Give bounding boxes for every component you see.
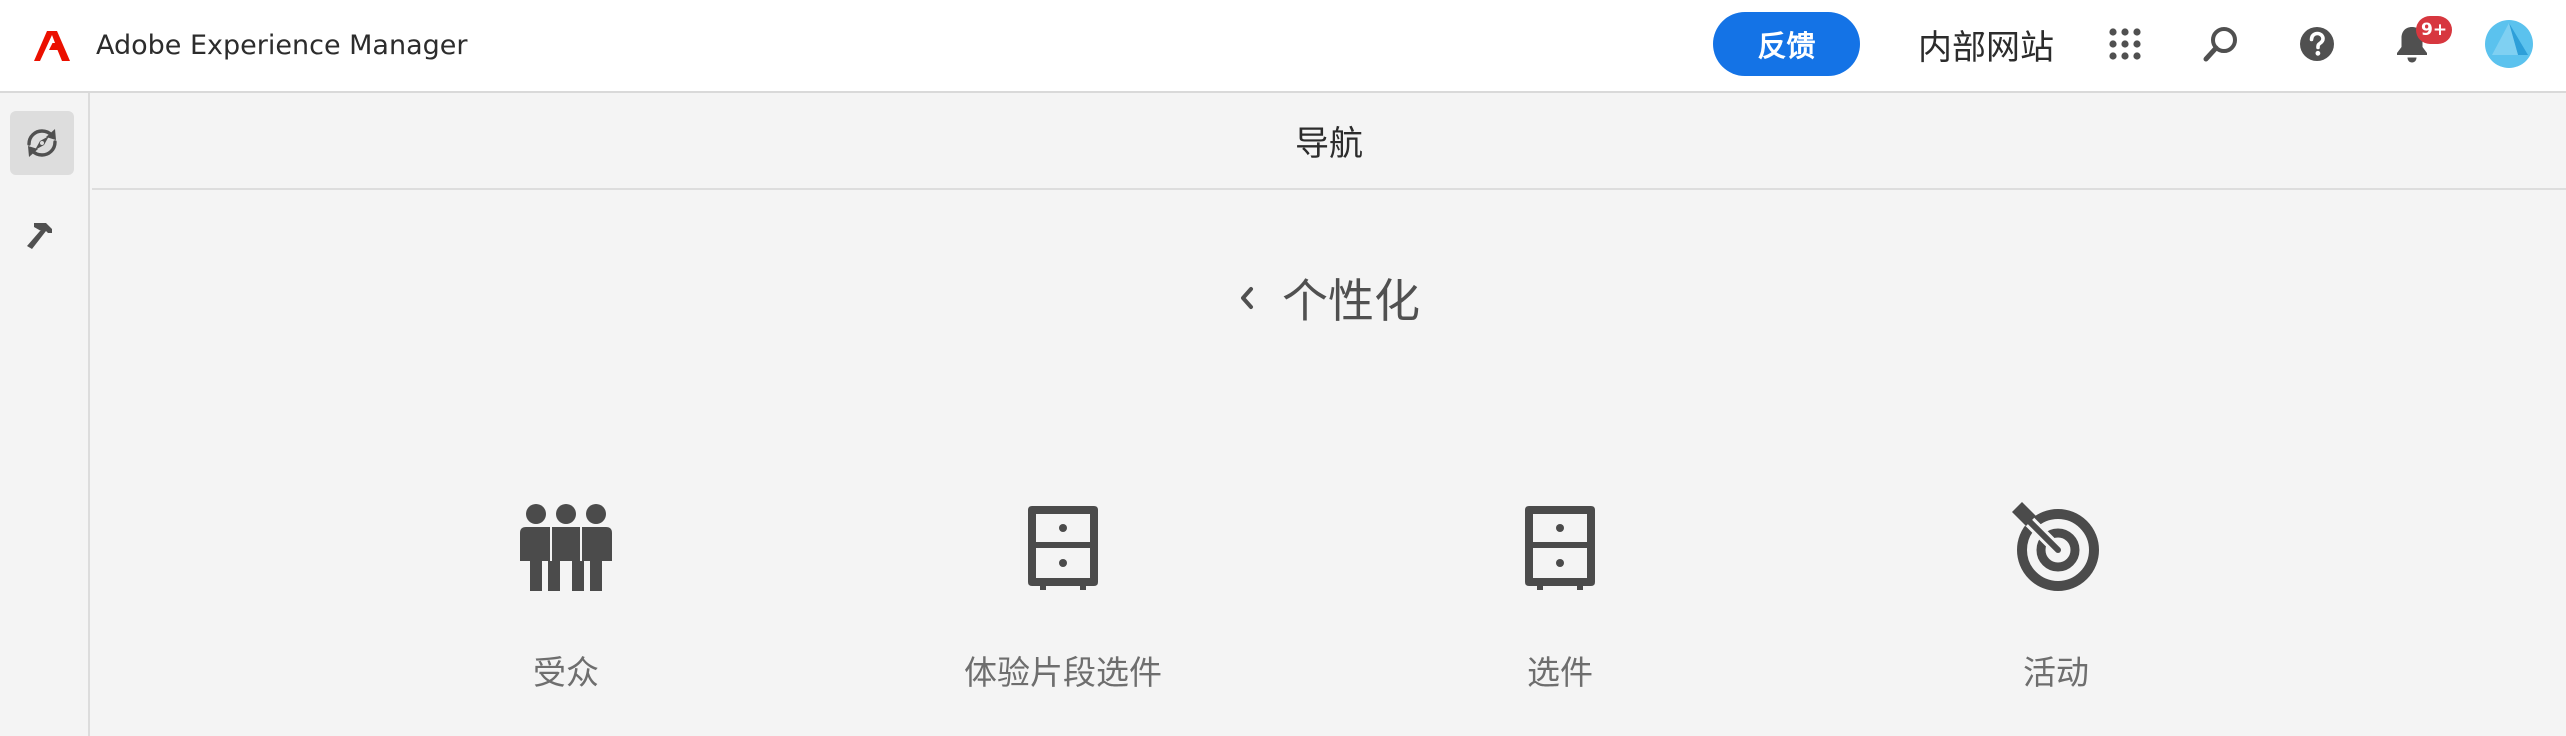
notifications-button[interactable]: 9+ <box>2382 14 2453 74</box>
tile-audiences[interactable]: 受众 <box>416 498 716 718</box>
tile-label: 体验片段选件 <box>964 653 1162 692</box>
back-button[interactable] <box>1238 285 1256 311</box>
help-icon <box>2300 27 2334 61</box>
avatar-icon <box>2485 20 2533 68</box>
site-switcher[interactable]: 内部网站 <box>1918 0 2054 88</box>
app-name: Adobe Experience Manager <box>96 30 468 61</box>
left-rail <box>0 93 90 736</box>
search-icon <box>2203 27 2237 62</box>
top-bar: Adobe Experience Manager 反馈 内部网站 9+ <box>0 0 2566 93</box>
tile-offers[interactable]: 选件 <box>1410 498 1710 718</box>
apps-button[interactable] <box>2095 14 2155 74</box>
feedback-button[interactable]: 反馈 <box>1713 12 1860 76</box>
tile-label: 选件 <box>1527 653 1593 692</box>
rail-item-tools[interactable] <box>10 203 74 267</box>
tile-label: 受众 <box>533 653 599 692</box>
main-panel: 导航 个性化 受众 体验片段选件 选件 活动 <box>92 93 2566 736</box>
navigation-compass-icon <box>27 129 57 157</box>
tile-experience-fragment-offers[interactable]: 体验片段选件 <box>913 498 1213 718</box>
notification-badge: 9+ <box>2416 16 2453 44</box>
brand[interactable]: Adobe Experience Manager <box>34 0 468 91</box>
tile-activities[interactable]: 活动 <box>1906 498 2206 718</box>
apps-grid-icon <box>2109 28 2141 60</box>
panel-title: 导航 <box>92 93 2566 190</box>
chevron-left-icon <box>1241 287 1253 309</box>
rail-item-navigation[interactable] <box>10 111 74 175</box>
drawer-cabinet-icon <box>1028 506 1098 590</box>
section-nav: 个性化 <box>92 263 2566 333</box>
adobe-logo-icon <box>34 30 70 61</box>
user-avatar[interactable] <box>2479 14 2539 74</box>
audience-people-icon <box>520 504 612 591</box>
help-button[interactable] <box>2287 14 2347 74</box>
tile-label: 活动 <box>2023 653 2089 692</box>
section-title: 个性化 <box>1282 274 1420 328</box>
drawer-cabinet-icon <box>1525 506 1595 590</box>
tools-hammer-icon <box>27 223 52 249</box>
target-activity-icon <box>2012 502 2099 591</box>
search-button[interactable] <box>2191 14 2251 74</box>
